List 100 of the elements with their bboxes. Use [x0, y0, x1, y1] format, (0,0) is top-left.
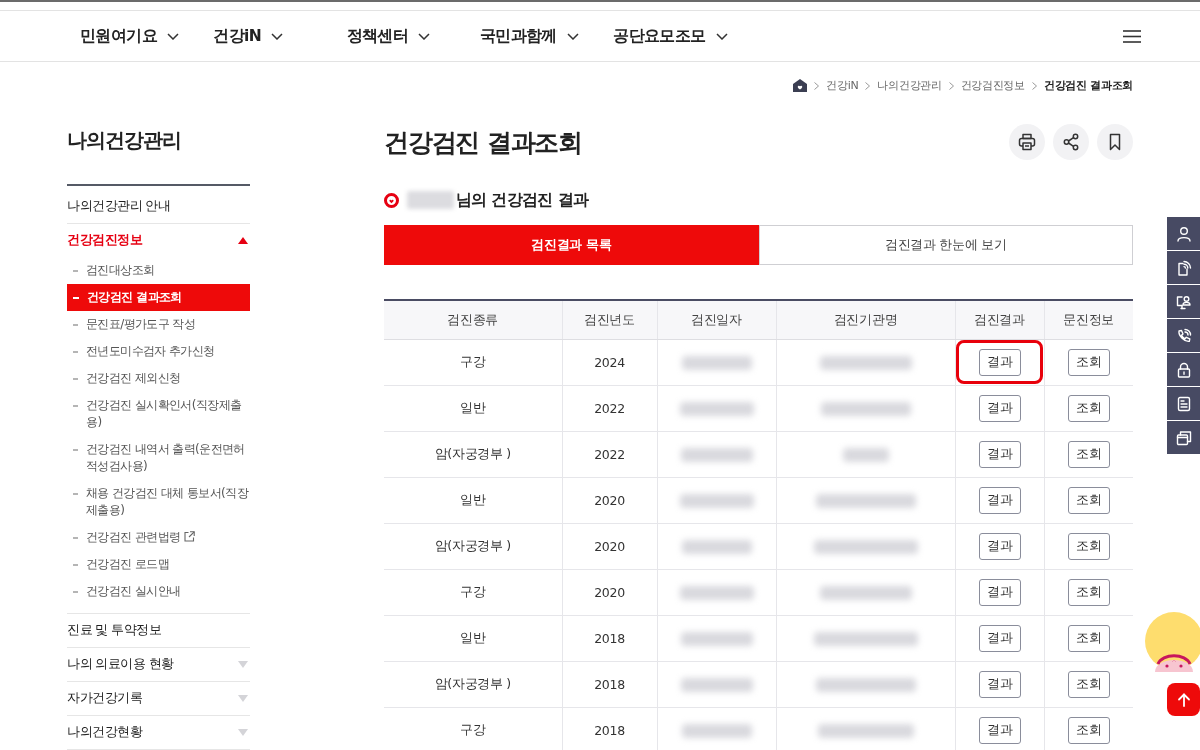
sidebar-sublink[interactable]: 전년도미수검자 추가신청	[67, 338, 250, 365]
view-button[interactable]: 조회	[1067, 349, 1110, 376]
quick-menu-button[interactable]	[1167, 217, 1200, 250]
character-icon[interactable]	[1145, 612, 1200, 674]
view-button[interactable]: 조회	[1067, 533, 1110, 560]
sidebar-link[interactable]: 나의 의료이용 현황	[67, 648, 250, 681]
table-cell: 2022	[594, 447, 625, 462]
sidebar-sublink[interactable]: 건강검진 실시확인서(직장제출용)	[67, 392, 250, 436]
chevron-right-icon	[865, 81, 871, 90]
quick-menu-button[interactable]	[1167, 421, 1200, 454]
menu-button[interactable]	[1123, 29, 1141, 43]
result-button[interactable]: 결과	[978, 533, 1021, 560]
view-button[interactable]: 조회	[1067, 441, 1110, 468]
column-header: 검진년도	[584, 311, 635, 329]
sidebar-title: 나의건강관리	[67, 127, 182, 154]
sidebar-sublink[interactable]: 건강검진 관련법령	[67, 524, 250, 551]
table-cell: 구강	[460, 584, 486, 601]
chevron-right-icon	[814, 81, 820, 90]
table-cell: 암(자궁경부 )	[434, 446, 511, 463]
print-button[interactable]	[1009, 124, 1045, 160]
result-button[interactable]: 결과	[978, 441, 1021, 468]
sidebar-sublink[interactable]: 건강검진 제외신청	[67, 365, 250, 392]
person-icon	[1175, 225, 1192, 242]
chevron-down-icon	[167, 32, 179, 40]
arrow-up-icon	[1176, 692, 1191, 707]
result-button[interactable]: 결과	[978, 671, 1021, 698]
home-link[interactable]	[793, 79, 808, 92]
result-button[interactable]: 결과	[978, 625, 1021, 652]
quick-menu-button[interactable]	[1167, 387, 1200, 420]
result-button[interactable]: 결과	[978, 579, 1021, 606]
table-cell: 암(자궁경부 )	[434, 676, 511, 693]
nav-link[interactable]: 공단요모조모	[613, 25, 728, 47]
chevron-right-icon	[1031, 81, 1037, 90]
sidebar-sublink[interactable]: 건강검진 내역서 출력(운전면허적성검사용)	[67, 436, 250, 480]
dash-icon	[73, 378, 78, 380]
view-button[interactable]: 조회	[1067, 671, 1110, 698]
breadcrumb-link[interactable]: 나의건강관리	[877, 78, 942, 93]
table-cell: 2018	[594, 723, 625, 738]
monitor-icon	[1175, 293, 1192, 310]
bookmark-button[interactable]	[1097, 124, 1133, 160]
dash-icon	[73, 270, 78, 272]
view-button[interactable]: 조회	[1067, 395, 1110, 422]
table-cell: 2020	[594, 493, 625, 508]
nav-link[interactable]: 국민과함께	[479, 25, 579, 47]
table-cell: 2024	[594, 355, 625, 370]
view-button[interactable]: 조회	[1067, 579, 1110, 606]
table-cell: 일반	[460, 492, 486, 509]
table-cell: 일반	[460, 400, 486, 417]
column-header: 검진기관명	[833, 311, 898, 329]
table-cell: 2020	[594, 539, 625, 554]
sidebar-link[interactable]: 진료 및 투약정보	[67, 614, 250, 647]
table-cell: 2018	[594, 677, 625, 692]
result-button[interactable]: 결과	[978, 487, 1021, 514]
breadcrumb-link[interactable]: 건강iN	[826, 78, 859, 93]
sidebar-sublink[interactable]: 건강검진 로드맵	[67, 551, 250, 578]
sidebar-link[interactable]: 나의건강현황	[67, 716, 250, 749]
result-button[interactable]: 결과	[978, 395, 1021, 422]
sidebar-sublink[interactable]: 건강검진 결과조회	[67, 284, 250, 311]
scroll-top-button[interactable]	[1167, 683, 1200, 716]
home-icon	[793, 79, 808, 92]
column-header: 검진일자	[691, 311, 742, 329]
result-button[interactable]: 결과	[978, 717, 1021, 744]
chevron-down-icon	[715, 32, 728, 40]
nav-link[interactable]: 민원여기요	[80, 25, 179, 47]
sidebar-link[interactable]: 자가건강기록	[67, 682, 250, 715]
windows-icon	[1175, 429, 1192, 446]
quick-menu-button[interactable]	[1167, 353, 1200, 386]
view-button[interactable]: 조회	[1067, 487, 1110, 514]
sidebar-link[interactable]: 건강검진정보	[67, 224, 250, 257]
sidebar-sublink[interactable]: 채용 건강검진 대체 통보서(직장제출용)	[67, 480, 250, 524]
dash-icon	[73, 493, 78, 495]
table-cell: 구강	[460, 354, 486, 371]
view-button[interactable]: 조회	[1067, 625, 1110, 652]
tab[interactable]: 검진결과 목록	[384, 225, 759, 265]
tab[interactable]: 검진결과 한눈에 보기	[758, 225, 1133, 265]
sidebar-link[interactable]: 나의건강관리 안내	[67, 190, 250, 223]
nav-link[interactable]: 정책센터	[346, 25, 431, 47]
nav-link[interactable]: 건강iN	[213, 25, 284, 47]
column-header: 검진결과	[974, 311, 1025, 329]
column-header: 문진정보	[1063, 311, 1115, 329]
table-cell: 일반	[460, 630, 486, 647]
chevron-right-icon	[948, 81, 954, 90]
quick-menu-button[interactable]	[1167, 285, 1200, 318]
sidebar-sublink[interactable]: 검진대상조회	[67, 257, 250, 284]
section-heading: 님의 건강검진 결과	[456, 189, 589, 211]
sidebar-sublink[interactable]: 건강검진 실시안내	[67, 578, 250, 605]
quick-menu-button[interactable]	[1167, 251, 1200, 284]
dash-icon	[73, 324, 78, 326]
sidebar-sublink[interactable]: 문진표/평가도구 작성	[67, 311, 250, 338]
breadcrumb-link[interactable]: 건강검진정보	[960, 78, 1025, 93]
view-button[interactable]: 조회	[1067, 717, 1110, 744]
result-button[interactable]: 결과	[978, 349, 1021, 376]
menu-icon	[1123, 29, 1141, 43]
share-button[interactable]	[1053, 124, 1089, 160]
quick-menu-button[interactable]	[1167, 319, 1200, 352]
dash-icon	[73, 405, 78, 407]
dash-icon	[73, 351, 78, 353]
dash-icon	[73, 449, 78, 451]
dash-icon	[73, 297, 79, 299]
printer-icon	[1018, 133, 1036, 151]
